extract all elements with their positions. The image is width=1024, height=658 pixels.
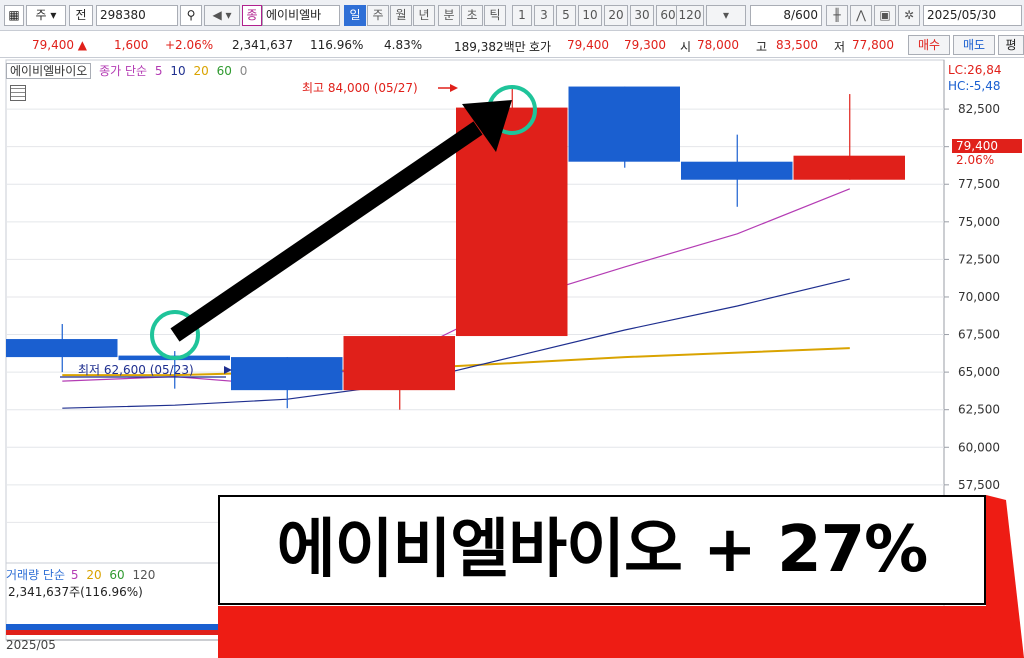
candle-body <box>681 161 793 180</box>
candle-body <box>793 155 905 180</box>
y-tick-label: 75,000 <box>958 215 1000 229</box>
grid-icon[interactable] <box>10 85 26 101</box>
candle-body <box>6 339 118 358</box>
legend-ma-label: 종가 단순 <box>99 64 148 78</box>
pct-tag: 2.06% <box>956 153 994 167</box>
volume-legend: 거래량 단순 5 20 60 120 <box>6 566 155 583</box>
price-tag: 79,400 <box>956 139 998 153</box>
legend-vol-20: 20 <box>86 568 102 582</box>
high-annotation: 최고 84,000 (05/27) <box>302 81 418 95</box>
y-tick-label: 62,500 <box>958 403 1000 417</box>
y-tick-label: 72,500 <box>958 252 1000 266</box>
volume-info: 2,341,637주(116.96%) <box>8 585 143 599</box>
legend-vol-60: 60 <box>109 568 125 582</box>
legend-ma-5: 5 <box>154 64 163 78</box>
y-tick-label: 77,500 <box>958 177 1000 191</box>
legend-volume-label: 거래량 단순 <box>6 568 66 582</box>
legend-vol-5: 5 <box>70 568 79 582</box>
y-tick-label: 82,500 <box>958 102 1000 116</box>
legend-stock-name[interactable]: 에이비엘바이오 <box>6 63 92 79</box>
legend-ma-0: 0 <box>239 64 248 78</box>
y-tick-label: 65,000 <box>958 365 1000 379</box>
candle-body <box>231 357 343 391</box>
y-tick-label: 60,000 <box>958 440 1000 454</box>
lc-label: LC:26,84 <box>948 63 1001 77</box>
price-legend: 에이비엘바이오 종가 단순 5 10 20 60 0 <box>6 62 247 79</box>
candle-body <box>343 336 455 391</box>
volume-bar <box>6 624 231 630</box>
y-tick-label: 57,500 <box>958 478 1000 492</box>
legend-ma-60: 60 <box>216 64 232 78</box>
candle-body <box>456 107 568 337</box>
y-tick-label: 70,000 <box>958 290 1000 304</box>
date-axis-label: 2025/05 <box>6 638 56 652</box>
legend-ma-20: 20 <box>193 64 209 78</box>
legend-vol-120: 120 <box>132 568 156 582</box>
banner-red-base <box>218 606 1024 658</box>
y-tick-label: 67,500 <box>958 328 1000 342</box>
headline-banner: 에이비엘바이오 + 27% <box>218 495 986 605</box>
volume-bar <box>6 630 231 635</box>
low-annotation: 최저 62,600 (05/23) <box>78 363 194 377</box>
hc-label: HC:-5,48 <box>948 79 1001 93</box>
legend-ma-10: 10 <box>170 64 186 78</box>
candle-body <box>568 86 680 162</box>
